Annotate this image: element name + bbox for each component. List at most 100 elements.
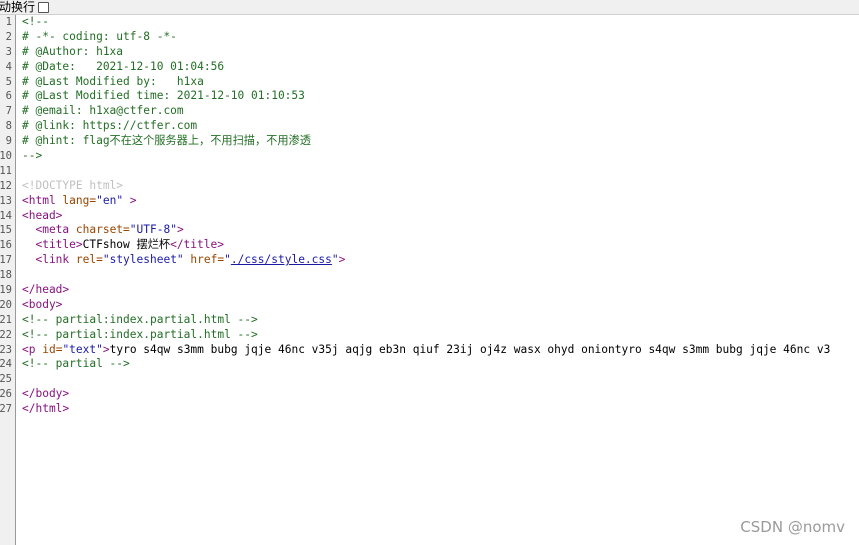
line-number: 21 — [0, 313, 12, 326]
line-number: 2 — [5, 30, 12, 43]
stylesheet-link[interactable]: ./css/style.css — [231, 253, 332, 266]
toolbar: 动换行 — [0, 0, 859, 15]
line-number: 27 — [0, 403, 12, 416]
source-line: 27 </html> — [0, 402, 859, 417]
line-code: <!DOCTYPE html> — [22, 178, 124, 192]
attr-value: " — [224, 253, 231, 267]
source-line: 20 <body> — [0, 298, 859, 313]
line-number: 1 — [5, 16, 12, 28]
attr-value: "en" — [96, 193, 124, 207]
line-code: # @Last Modified by: h1xa — [22, 74, 204, 88]
attr-name: rel= — [75, 253, 103, 267]
source-line: 4 # @Date: 2021-12-10 01:04:56 — [0, 60, 859, 75]
attr-value: " — [331, 253, 339, 267]
source-view: 1 <!-- 2 # -*- coding: utf-8 -*- 3 # @Autho… — [0, 15, 859, 417]
source-line: 15 <meta charset="UTF-8"> — [0, 223, 859, 238]
tag-close: > — [123, 193, 137, 207]
attr-value: "text" — [62, 342, 103, 356]
line-number: 13 — [0, 194, 12, 207]
source-line: 9 # @hint: flag不在这个服务器上，不用扫描，不用渗透 — [0, 134, 859, 149]
line-code: # @email: h1xa@ctfer.com — [22, 104, 184, 118]
line-code: <html lang="en" > — [22, 194, 137, 209]
source-line: 26 </body> — [0, 387, 859, 402]
line-code: --> — [22, 149, 43, 163]
line-code: <!-- — [22, 15, 49, 28]
attr-name: id= — [42, 342, 63, 356]
line-number: 23 — [0, 343, 12, 356]
source-line: 2 # -*- coding: utf-8 -*- — [0, 30, 859, 45]
line-number: 14 — [0, 209, 12, 222]
tag-open: <link — [22, 253, 76, 267]
source-line: 21 <!-- partial:index.partial.html --> — [0, 313, 859, 328]
source-line: 18 — [0, 268, 859, 283]
line-code: # @link: https://ctfer.com — [22, 119, 198, 133]
source-line: 7 # @email: h1xa@ctfer.com — [0, 104, 859, 119]
source-line: 3 # @Author: h1xa — [0, 45, 859, 60]
attr-name: href= — [183, 253, 225, 267]
source-line: 19 </head> — [0, 283, 859, 298]
source-line: 17 <link rel="stylesheet" href="./css/st… — [0, 253, 859, 268]
line-code: # @Last Modified time: 2021-12-10 01:10:… — [22, 89, 305, 103]
line-code: # @hint: flag不在这个服务器上，不用扫描，不用渗透 — [22, 134, 311, 148]
line-number: 20 — [0, 298, 12, 311]
line-number: 6 — [5, 90, 12, 103]
watermark: CSDN @nomv — [740, 518, 845, 536]
line-code: </html> — [22, 402, 70, 416]
line-code: <!-- partial --> — [22, 357, 130, 371]
tag-open: <meta — [22, 223, 76, 237]
source-line: 6 # @Last Modified time: 2021-12-10 01:10… — [0, 89, 859, 104]
line-code: <link rel="stylesheet" href="./css/style… — [22, 253, 345, 268]
source-line: 12 <!DOCTYPE html> — [0, 179, 859, 194]
tag-close: > — [102, 342, 110, 356]
attr-value: "stylesheet" — [102, 253, 184, 267]
line-number: 5 — [5, 75, 12, 88]
line-number: 26 — [0, 388, 12, 401]
source-line: 11 — [0, 164, 859, 179]
line-number: 10 — [0, 150, 12, 163]
line-code: <p id="text">tyro s4qw s3mm bubg jqje 46… — [22, 343, 830, 358]
attr-value: "UTF-8" — [129, 223, 177, 237]
line-code: <body> — [22, 297, 63, 311]
tag-close: > — [176, 223, 184, 237]
line-code: </body> — [22, 387, 70, 401]
line-number: 7 — [5, 105, 12, 118]
source-line: 22 <!-- partial:index.partial.html --> — [0, 328, 859, 343]
line-code: <head> — [22, 208, 63, 222]
source-line: 1 <!-- — [0, 15, 859, 30]
tag-open: <html — [22, 193, 63, 207]
wrap-lines-checkbox[interactable] — [38, 1, 50, 13]
line-code: </head> — [22, 283, 70, 297]
line-number: 11 — [0, 164, 12, 177]
wrap-lines-label: 动换行 — [0, 0, 36, 14]
source-line: 13 <html lang="en" > — [0, 194, 859, 209]
line-number: 25 — [0, 373, 12, 386]
line-code: # -*- coding: utf-8 -*- — [22, 29, 177, 43]
attr-name: charset= — [75, 223, 130, 237]
line-number: 17 — [0, 254, 12, 267]
line-number: 3 — [5, 45, 12, 58]
title-text: CTFshow 摆烂杯 — [82, 238, 171, 252]
line-code: # @Author: h1xa — [22, 44, 124, 58]
line-code: <!-- partial:index.partial.html --> — [22, 312, 258, 326]
line-code: <meta charset="UTF-8"> — [22, 223, 184, 238]
source-line: 16 <title>CTFshow 摆烂杯</title> — [0, 238, 859, 253]
paragraph-text: tyro s4qw s3mm bubg jqje 46nc v35j aqjg … — [109, 342, 831, 356]
line-code: <title>CTFshow 摆烂杯</title> — [22, 238, 224, 253]
line-number: 19 — [0, 284, 12, 297]
line-number: 18 — [0, 269, 12, 282]
source-line: 8 # @link: https://ctfer.com — [0, 119, 859, 134]
line-code: # @Date: 2021-12-10 01:04:56 — [22, 59, 225, 73]
tag-close: </title> — [170, 238, 224, 252]
source-line: 25 — [0, 372, 859, 387]
line-number: 24 — [0, 358, 12, 371]
line-number: 15 — [0, 224, 12, 237]
line-number: 9 — [5, 135, 12, 148]
attr-name: lang= — [62, 193, 97, 207]
source-line: 10 --> — [0, 149, 859, 164]
source-line: 14 <head> — [0, 209, 859, 224]
tag-close: > — [338, 253, 346, 267]
source-line: 23 <p id="text">tyro s4qw s3mm bubg jqje … — [0, 343, 859, 358]
line-number: 8 — [5, 120, 12, 133]
line-code: <!-- partial:index.partial.html --> — [22, 327, 258, 341]
source-line: 24 <!-- partial --> — [0, 357, 859, 372]
